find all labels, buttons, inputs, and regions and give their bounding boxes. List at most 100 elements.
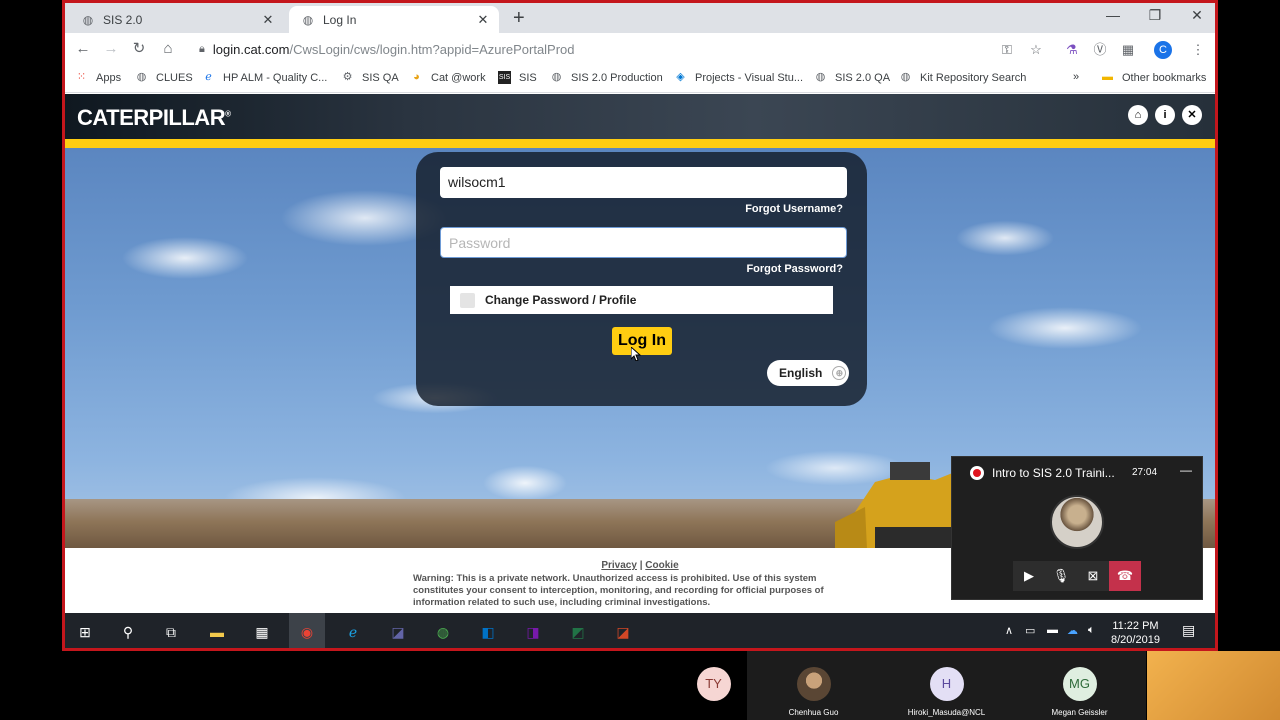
tab-sis-2[interactable]: ◍ SIS 2.0 ✕ bbox=[69, 6, 284, 33]
bookmark-apps[interactable]: ⁙ Apps bbox=[75, 71, 121, 84]
home-icon[interactable]: ⌂ bbox=[158, 39, 178, 59]
menu-kebab-icon[interactable]: ⋮ bbox=[1189, 41, 1207, 59]
other-bookmarks[interactable]: ▬ Other bookmarks bbox=[1101, 71, 1206, 84]
globe-icon: ◍ bbox=[302, 12, 314, 27]
share-screen-icon[interactable]: ⊠ bbox=[1077, 561, 1109, 591]
change-password-checkbox[interactable] bbox=[460, 292, 475, 308]
strip-background bbox=[0, 651, 745, 720]
username-input[interactable]: wilsocm1 bbox=[440, 167, 847, 198]
key-icon[interactable]: ⚿ bbox=[998, 41, 1016, 59]
browser-tabstrip: ◍ SIS 2.0 ✕ ◍ Log In ✕ + — ❐ ✕ bbox=[65, 3, 1215, 33]
participant-tile[interactable]: Chenhua Guo bbox=[747, 651, 880, 720]
globe-icon: ◍ bbox=[815, 71, 826, 83]
tray-chevron-icon[interactable]: ∧ bbox=[1005, 624, 1013, 637]
tray-battery-icon[interactable]: ▬ bbox=[1047, 624, 1058, 636]
bookmark-kit-repository-search[interactable]: ◍ Kit Repository Search bbox=[899, 71, 1027, 84]
bookmark-clues[interactable]: ◍ CLUES bbox=[135, 71, 193, 84]
language-label: English bbox=[779, 366, 823, 380]
new-tab-icon[interactable]: + bbox=[513, 7, 525, 29]
call-duration: 27:04 bbox=[1132, 467, 1158, 478]
clock-time: 11:22 PM bbox=[1112, 620, 1159, 632]
bookmark-sis[interactable]: SIS SIS bbox=[498, 71, 537, 84]
excel-icon[interactable]: ◩ bbox=[568, 622, 588, 642]
search-icon[interactable]: ⚲ bbox=[118, 622, 138, 642]
sis-icon: SIS bbox=[498, 71, 511, 84]
globe-app-icon[interactable]: ◍ bbox=[433, 622, 453, 642]
microphone-icon[interactable]: 🎙︎ bbox=[1045, 561, 1077, 591]
star-icon[interactable]: ☆ bbox=[1027, 41, 1045, 59]
overflow-label: » bbox=[1073, 71, 1080, 83]
action-center-icon[interactable]: ▤ bbox=[1182, 622, 1195, 639]
participant-tile[interactable]: MG Megan Geissler bbox=[1013, 651, 1146, 720]
globe-icon: ◍ bbox=[551, 71, 562, 83]
teams-icon[interactable]: ◪ bbox=[388, 622, 408, 642]
outlook-icon[interactable]: ◧ bbox=[478, 622, 498, 642]
tab-title: SIS 2.0 bbox=[103, 12, 143, 27]
windows-start-icon[interactable]: ⊞ bbox=[75, 622, 95, 642]
lock-icon: 🔒︎ bbox=[199, 43, 205, 55]
info-icon[interactable]: i bbox=[1155, 105, 1175, 125]
minimize-icon[interactable]: — bbox=[1093, 7, 1133, 23]
tray-volume-icon[interactable]: 🔈︎ bbox=[1088, 624, 1095, 637]
change-password-option[interactable]: Change Password / Profile bbox=[450, 286, 833, 314]
bookmark-hp-alm[interactable]: ℯ HP ALM - Quality C... bbox=[202, 71, 327, 84]
forgot-password-link[interactable]: Forgot Password? bbox=[746, 263, 843, 275]
participant-name: Chenhua Guo bbox=[788, 708, 839, 717]
clock-date: 8/20/2019 bbox=[1111, 634, 1160, 646]
tray-onedrive-icon[interactable]: ☁ bbox=[1067, 624, 1078, 637]
forgot-username-link[interactable]: Forgot Username? bbox=[745, 203, 843, 215]
task-view-icon[interactable]: ⧉ bbox=[161, 622, 181, 642]
participant-video-tile[interactable] bbox=[1147, 651, 1280, 720]
password-input[interactable]: Password bbox=[440, 227, 847, 258]
address-bar[interactable]: 🔒︎ login.cat.com/CwsLogin/cws/login.htm?… bbox=[193, 36, 1053, 63]
powerpoint-icon[interactable]: ◪ bbox=[613, 622, 633, 642]
restore-icon[interactable]: ❐ bbox=[1135, 7, 1175, 24]
v-extension-icon[interactable]: Ⓥ bbox=[1091, 41, 1109, 59]
footer-warning-text: Warning: This is a private network. Unau… bbox=[413, 573, 824, 608]
tray-display-icon[interactable]: ▭ bbox=[1025, 624, 1035, 637]
hang-up-button[interactable]: ☎︎ bbox=[1109, 561, 1141, 591]
tab-title: Log In bbox=[323, 12, 357, 27]
cookie-link[interactable]: Cookie bbox=[645, 560, 678, 571]
tab-log-in[interactable]: ◍ Log In ✕ bbox=[289, 6, 499, 33]
language-selector[interactable]: English ⊕ bbox=[767, 360, 849, 386]
flask-extension-icon[interactable]: ⚗ bbox=[1063, 41, 1081, 59]
close-window-icon[interactable]: ✕ bbox=[1177, 7, 1215, 24]
bookmark-sis-qa[interactable]: ⚙ SIS QA bbox=[341, 71, 399, 84]
recording-icon bbox=[970, 466, 984, 480]
internet-explorer-icon[interactable]: ℯ bbox=[343, 622, 363, 642]
bookmark-sis-2-production[interactable]: ◍ SIS 2.0 Production bbox=[550, 71, 663, 84]
bookmark-sis-2-qa[interactable]: ◍ SIS 2.0 QA bbox=[814, 71, 890, 84]
meeting-title: Intro to SIS 2.0 Traini... bbox=[992, 466, 1115, 480]
bookmark-label: HP ALM - Quality C... bbox=[223, 71, 328, 84]
file-explorer-icon[interactable]: ▬ bbox=[207, 622, 227, 642]
bookmark-cat-at-work[interactable]: ◕ Cat @work bbox=[410, 71, 486, 84]
participant-tile[interactable]: H Hiroki_Masuda@NCL bbox=[880, 651, 1013, 720]
home-icon[interactable]: ⌂ bbox=[1128, 105, 1148, 125]
profile-avatar[interactable]: C bbox=[1154, 41, 1172, 59]
log-in-button[interactable]: Log In bbox=[612, 327, 672, 355]
onenote-icon[interactable]: ◨ bbox=[523, 622, 543, 642]
privacy-link[interactable]: Privacy bbox=[601, 560, 637, 571]
close-tab-icon[interactable]: ✕ bbox=[260, 12, 276, 28]
puzzle-extension-icon[interactable]: ▦ bbox=[1119, 41, 1137, 59]
participant-name: Megan Geissler bbox=[1051, 708, 1108, 717]
close-tab-icon[interactable]: ✕ bbox=[475, 12, 491, 28]
minimize-icon[interactable]: — bbox=[1180, 463, 1192, 477]
taskbar-clock[interactable]: 11:22 PM 8/20/2019 bbox=[1111, 619, 1160, 647]
camera-icon[interactable]: ▶ bbox=[1013, 561, 1045, 591]
close-icon[interactable]: ✕ bbox=[1182, 105, 1202, 125]
bookmark-label: Cat @work bbox=[431, 71, 486, 84]
forward-icon[interactable]: → bbox=[101, 39, 121, 59]
bookmarks-bar: ⁙ Apps ◍ CLUES ℯ HP ALM - Quality C... ⚙ SIS… bbox=[65, 65, 1215, 93]
bookmark-label: Projects - Visual Stu... bbox=[695, 71, 804, 84]
globe-icon: ◍ bbox=[136, 71, 147, 83]
back-icon[interactable]: ← bbox=[73, 39, 93, 59]
bookmark-projects-visual-studio[interactable]: ◈ Projects - Visual Stu... bbox=[674, 71, 803, 84]
reload-icon[interactable]: ↻ bbox=[129, 39, 149, 59]
calculator-icon[interactable]: ▦ bbox=[252, 622, 272, 642]
windows-taskbar: ⊞ ⚲ ⧉ ▬ ▦ ◉ ℯ ◪ ◍ ◧ ◨ ◩ ◪ ∧ ▭ ▬ ☁ 🔈︎ 11:… bbox=[65, 613, 1215, 648]
bookmarks-overflow-icon[interactable]: » bbox=[1073, 71, 1079, 83]
chrome-icon[interactable]: ◉ bbox=[289, 613, 325, 648]
bookmark-label: Other bookmarks bbox=[1122, 71, 1207, 84]
